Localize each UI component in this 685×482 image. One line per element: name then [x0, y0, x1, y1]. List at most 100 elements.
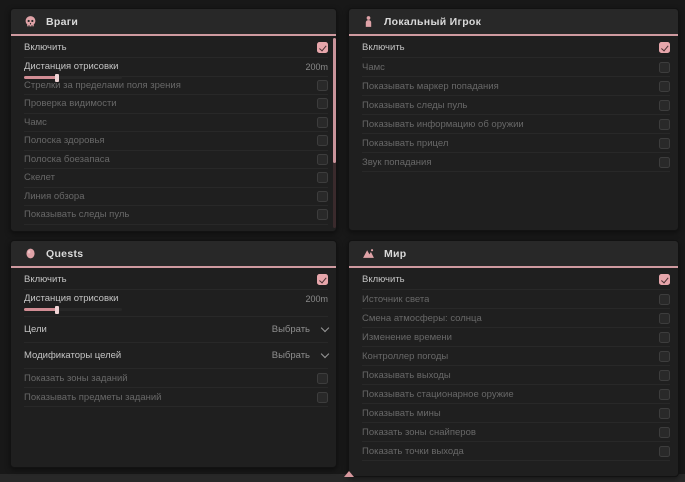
- menu-row-toggle[interactable]: Источник света: [362, 290, 670, 309]
- row-label: Включить: [24, 274, 67, 285]
- menu-row-toggle[interactable]: Показывать прицел: [362, 134, 670, 153]
- checkbox-unchecked[interactable]: [317, 209, 328, 220]
- panel-enemies-header[interactable]: Враги: [11, 9, 336, 36]
- scrollbar[interactable]: [333, 38, 336, 228]
- checkbox-unchecked[interactable]: [659, 389, 670, 400]
- row-label: Показывать маркер попадания: [362, 81, 499, 92]
- checkbox-checked[interactable]: [659, 274, 670, 285]
- checkbox-unchecked[interactable]: [317, 191, 328, 202]
- checkbox-unchecked[interactable]: [659, 446, 670, 457]
- checkbox-unchecked[interactable]: [659, 370, 670, 381]
- row-label: Показывать мины: [362, 408, 441, 419]
- checkbox-unchecked[interactable]: [659, 119, 670, 130]
- menu-row-select[interactable]: Модификаторы целей Выбрать: [24, 343, 328, 369]
- menu-row-toggle[interactable]: Включить: [362, 269, 670, 290]
- checkbox-unchecked[interactable]: [317, 392, 328, 403]
- row-label: Показывать следы пуль: [24, 209, 129, 220]
- checkbox-unchecked[interactable]: [659, 100, 670, 111]
- panel-title: Мир: [384, 248, 407, 260]
- checkbox-unchecked[interactable]: [659, 351, 670, 362]
- menu-row-toggle[interactable]: Полоска боезапаса: [24, 151, 328, 170]
- dropdown[interactable]: Выбрать: [272, 350, 328, 361]
- dropdown-value: Выбрать: [272, 350, 310, 361]
- menu-row-toggle[interactable]: Показывать следы пуль: [362, 96, 670, 115]
- menu-row-slider[interactable]: Дистанция отрисовки200m: [24, 290, 328, 317]
- dropdown[interactable]: Выбрать: [272, 324, 328, 335]
- checkbox-checked[interactable]: [317, 42, 328, 53]
- panel-local-player-header[interactable]: Локальный Игрок: [349, 9, 678, 36]
- panel-quests-header[interactable]: Quests: [11, 241, 336, 268]
- menu-row-toggle[interactable]: Чамс: [362, 58, 670, 77]
- checkbox-unchecked[interactable]: [659, 427, 670, 438]
- panel-quests: Quests Включить Дистанция отрисовки200m Це…: [10, 240, 337, 468]
- row-label: Показать зоны заданий: [24, 373, 128, 384]
- scrollbar-thumb[interactable]: [333, 38, 336, 163]
- panel-enemies-rows: Включить Дистанция отрисовки 200m Стрелки з…: [11, 36, 336, 226]
- row-label: Модификаторы целей: [24, 350, 121, 361]
- row-label: Показывать следы пуль: [362, 100, 467, 111]
- panel-enemies: Враги Включить Дистанция отрисовки 200m Стр…: [10, 8, 337, 232]
- distance-slider[interactable]: [24, 76, 122, 79]
- checkbox-checked[interactable]: [659, 42, 670, 53]
- menu-row-toggle[interactable]: Звук попадания: [362, 153, 670, 172]
- checkbox-unchecked[interactable]: [659, 313, 670, 324]
- row-label: Дистанция отрисовки: [24, 61, 118, 72]
- mountain-icon: [362, 247, 375, 260]
- menu-row-toggle[interactable]: Показывать выходы: [362, 366, 670, 385]
- distance-slider[interactable]: [24, 308, 122, 311]
- menu-row-toggle[interactable]: Показать точки выхода: [362, 442, 670, 461]
- menu-row-toggle[interactable]: Показать зоны заданий: [24, 369, 328, 388]
- menu-row-toggle[interactable]: Показывать следы пуль: [24, 206, 328, 225]
- checkbox-unchecked[interactable]: [317, 80, 328, 91]
- checkbox-unchecked[interactable]: [317, 172, 328, 183]
- slider-label-row: Дистанция отрисовки200m: [24, 293, 328, 304]
- quest-icon: [24, 247, 37, 260]
- checkbox-unchecked[interactable]: [317, 373, 328, 384]
- menu-row-toggle[interactable]: Контроллер погоды: [362, 347, 670, 366]
- checkbox-unchecked[interactable]: [317, 98, 328, 109]
- checkbox-unchecked[interactable]: [317, 135, 328, 146]
- cursor-triangle-icon: [344, 471, 354, 477]
- menu-row-toggle[interactable]: Смена атмосферы: солнца: [362, 309, 670, 328]
- checkbox-unchecked[interactable]: [317, 117, 328, 128]
- row-label: Звук попадания: [362, 157, 432, 168]
- checkbox-unchecked[interactable]: [659, 138, 670, 149]
- checkbox-unchecked[interactable]: [659, 62, 670, 73]
- menu-row-toggle[interactable]: Включить: [24, 37, 328, 58]
- checkbox-unchecked[interactable]: [659, 332, 670, 343]
- menu-row-select[interactable]: ЦелиВыбрать: [24, 317, 328, 343]
- menu-row-toggle[interactable]: Включить: [24, 269, 328, 290]
- menu-row-toggle[interactable]: Показывать предметы заданий: [24, 388, 328, 407]
- row-label: Стрелки за пределами поля зрения: [24, 80, 181, 91]
- menu-row-toggle[interactable]: Стрелки за пределами поля зрения: [24, 77, 328, 96]
- menu-row-toggle[interactable]: Линия обзора: [24, 188, 328, 207]
- row-label: Чамс: [24, 117, 47, 128]
- menu-row-slider[interactable]: Дистанция отрисовки 200m: [24, 58, 328, 77]
- slider-handle[interactable]: [55, 74, 59, 82]
- menu-row-toggle[interactable]: Показывать маркер попадания: [362, 77, 670, 96]
- panel-title: Локальный Игрок: [384, 16, 481, 28]
- menu-row-toggle[interactable]: Показать зоны снайперов: [362, 423, 670, 442]
- checkbox-unchecked[interactable]: [659, 81, 670, 92]
- menu-row-toggle[interactable]: Показывать стационарное оружие: [362, 385, 670, 404]
- menu-row-toggle[interactable]: Включить: [362, 37, 670, 58]
- chevron-down-icon: [321, 324, 329, 332]
- row-label: Чамс: [362, 62, 385, 73]
- slider-handle[interactable]: [55, 306, 59, 314]
- menu-row-toggle[interactable]: Полоска здоровья: [24, 132, 328, 151]
- checkbox-unchecked[interactable]: [659, 408, 670, 419]
- menu-row-toggle[interactable]: Показывать мины: [362, 404, 670, 423]
- menu-row-toggle[interactable]: Проверка видимости: [24, 95, 328, 114]
- menu-row-toggle[interactable]: Изменение времени: [362, 328, 670, 347]
- checkbox-checked[interactable]: [317, 274, 328, 285]
- checkbox-unchecked[interactable]: [659, 294, 670, 305]
- slider-value: 200m: [305, 62, 328, 72]
- panel-world-header[interactable]: Мир: [349, 241, 678, 268]
- menu-row-toggle[interactable]: Скелет: [24, 169, 328, 188]
- row-label: Источник света: [362, 294, 429, 305]
- menu-row-toggle[interactable]: Чамс: [24, 114, 328, 133]
- checkbox-unchecked[interactable]: [659, 157, 670, 168]
- row-label: Показывать информацию об оружии: [362, 119, 524, 130]
- checkbox-unchecked[interactable]: [317, 154, 328, 165]
- menu-row-toggle[interactable]: Показывать информацию об оружии: [362, 115, 670, 134]
